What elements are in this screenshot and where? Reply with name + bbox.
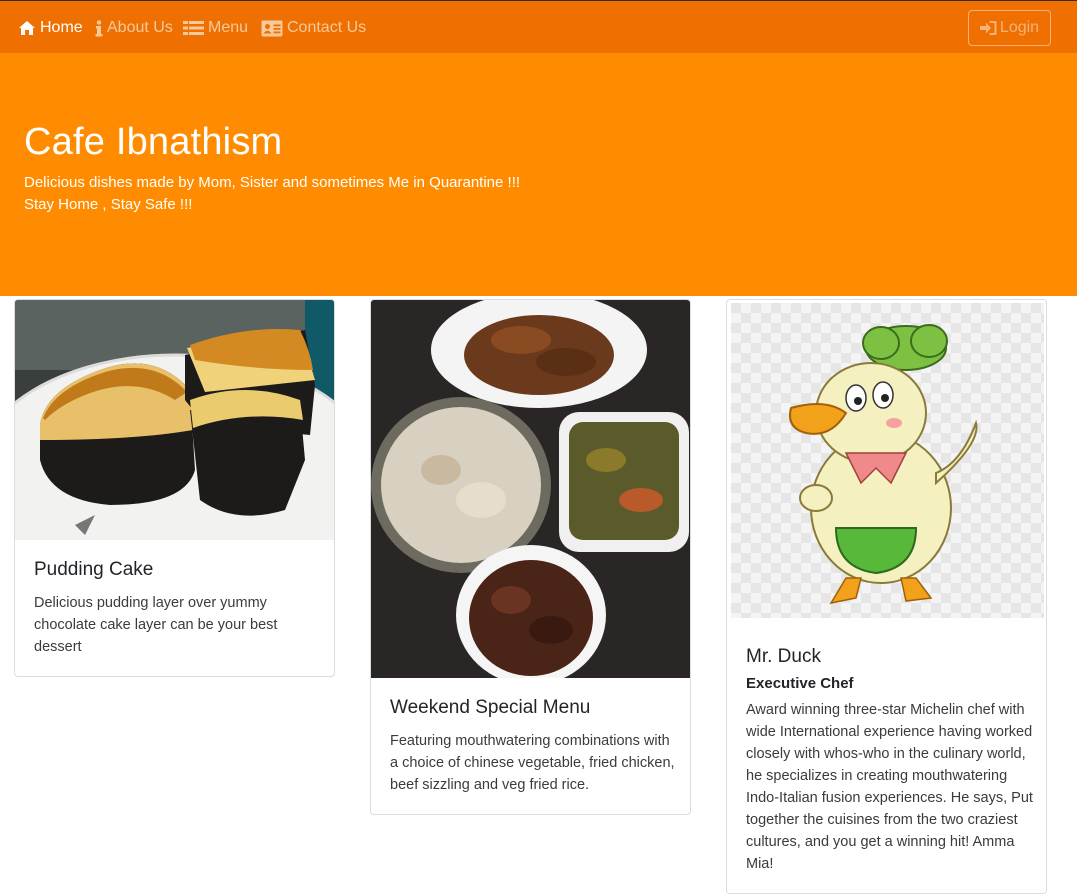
login-button[interactable]: Login (968, 10, 1051, 46)
card-title-pudding-cake: Pudding Cake (34, 559, 154, 580)
card-title-weekend-special: Weekend Special Menu (390, 697, 591, 718)
weekend-special-image (371, 300, 690, 678)
card-text-mr-duck: Award winning three-star Michelin chef w… (746, 702, 1033, 872)
list-icon (183, 21, 204, 35)
card-mr-duck: Mr. Duck Executive Chef Award winning th… (726, 299, 1047, 894)
navbar: Home About Us Menu Contact Us Login (0, 0, 1077, 53)
nav-contact-label: Contact Us (287, 19, 367, 36)
card-text-weekend-special: Featuring mouthwatering combinations wit… (390, 733, 675, 793)
nav-about-link[interactable]: About Us (95, 17, 173, 39)
nav-contact-link[interactable]: Contact Us (261, 17, 366, 39)
nav-menu-label: Menu (208, 19, 249, 36)
home-icon (19, 21, 35, 35)
mr-duck-image (731, 303, 1044, 618)
nav-menu-link[interactable]: Menu (183, 17, 248, 39)
site-title: Cafe Ibnathism (24, 121, 283, 163)
nav-about-label: About Us (107, 19, 173, 36)
hero-banner: Cafe Ibnathism Delicious dishes made by … (0, 53, 1077, 296)
card-text-pudding-cake: Delicious pudding layer over yummy choco… (34, 595, 278, 655)
card-weekend-special: Weekend Special Menu Featuring mouthwate… (370, 299, 691, 815)
address-card-icon (261, 20, 283, 36)
login-label: Login (999, 19, 1040, 36)
card-subtitle-mr-duck: Executive Chef (746, 675, 854, 692)
nav-home-link[interactable]: Home (18, 17, 83, 39)
card-pudding-cake: Pudding Cake Delicious pudding layer ove… (14, 299, 335, 677)
pudding-cake-image (15, 300, 334, 540)
hero-subtagline: Stay Home , Stay Safe !!! (24, 196, 193, 213)
hero-tagline: Delicious dishes made by Mom, Sister and… (24, 174, 521, 191)
card-title-mr-duck: Mr. Duck (746, 646, 821, 667)
nav-home-label: Home (40, 19, 83, 36)
info-icon (95, 19, 103, 36)
sign-in-icon (979, 21, 997, 35)
